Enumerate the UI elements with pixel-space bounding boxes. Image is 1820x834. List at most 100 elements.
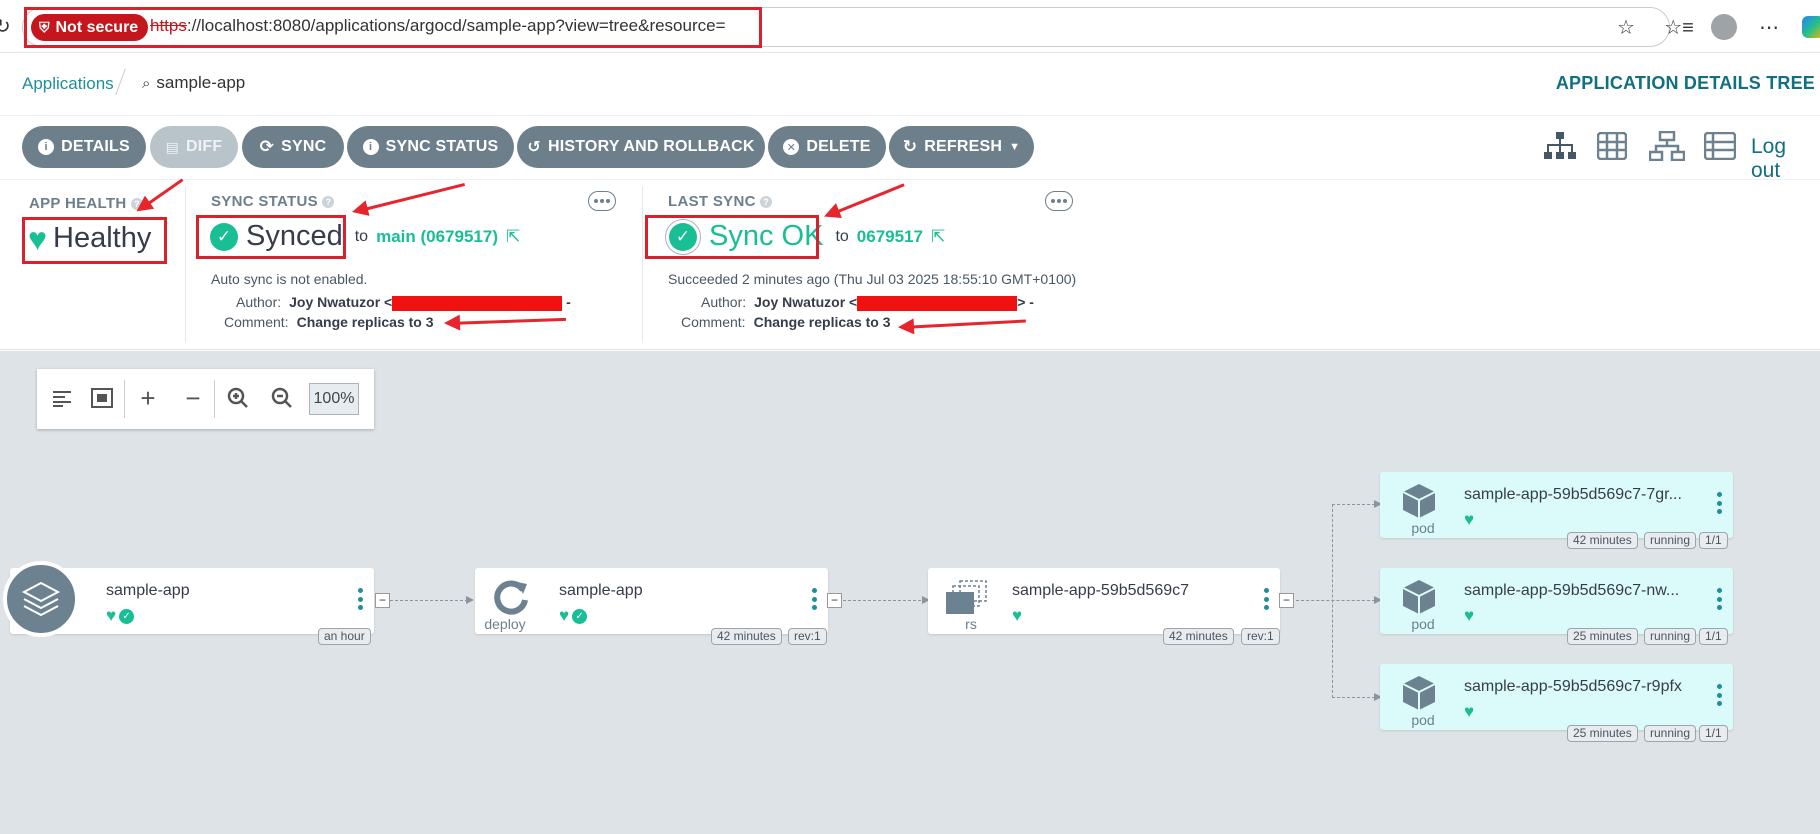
history-rollback-button[interactable]: ↺ HISTORY AND ROLLBACK (517, 126, 765, 168)
tree-edge (1332, 504, 1380, 505)
zoom-in-icon[interactable] (220, 380, 256, 416)
file-diff-icon: ▤ (165, 138, 180, 155)
tree-edge (843, 600, 926, 601)
last-sync-label: LAST SYNC ? (668, 193, 773, 210)
sync-status-label: SYNC STATUS ? (211, 193, 335, 210)
refresh-button[interactable]: ↻ REFRESH ▼ (889, 126, 1034, 168)
pod-node[interactable]: pod sample-app-59b5d569c7-r9pfx ♥ (1380, 664, 1733, 730)
help-icon[interactable]: ? (322, 196, 335, 209)
pod-state-tag: running (1644, 532, 1697, 549)
last-sync-revision-link[interactable]: 0679517 (857, 227, 923, 247)
pod-state-tag: running (1644, 725, 1697, 742)
pods-view-icon[interactable] (1593, 128, 1631, 164)
divider (185, 186, 186, 343)
zoom-level[interactable]: 100% (309, 383, 359, 415)
replicaset-node[interactable]: rs sample-app-59b5d569c7 ♥ (928, 568, 1280, 634)
node-menu-icon[interactable] (1264, 588, 1269, 610)
age-tag: 42 minutes (711, 628, 782, 645)
sync-icon: ⟳ (259, 137, 275, 156)
tree-edge (1332, 504, 1333, 698)
external-link-icon[interactable]: ⇱ (931, 227, 945, 247)
node-menu-icon[interactable] (358, 588, 363, 610)
breadcrumb-current[interactable]: ⌕ sample-app (142, 73, 245, 93)
revision-tag: rev:1 (788, 628, 827, 645)
node-menu-icon[interactable] (1717, 492, 1722, 514)
pod-ready-tag: 1/1 (1699, 532, 1728, 549)
annotation-highlight-sync-ok (645, 215, 819, 259)
annotation-highlight-health (22, 217, 167, 264)
reload-icon[interactable]: ↻ (0, 14, 11, 39)
expand-icon[interactable]: + (130, 380, 166, 416)
info-icon: i (38, 139, 55, 155)
last-sync-more-button[interactable] (1045, 191, 1073, 211)
pod-ready-tag: 1/1 (1699, 725, 1728, 742)
sync-status-more-button[interactable] (588, 191, 616, 211)
replicaset-icon (944, 580, 990, 616)
pod-state-tag: running (1644, 628, 1697, 645)
node-menu-icon[interactable] (812, 588, 817, 610)
sync-revision-link[interactable]: main (0679517) (376, 227, 498, 247)
collapse-icon[interactable]: − (175, 380, 211, 416)
app-header (0, 54, 1820, 116)
tree-edge (1332, 697, 1380, 698)
app-stack-icon (3, 561, 79, 637)
favorites-icon[interactable]: ☆≡ (1664, 12, 1694, 42)
node-menu-icon[interactable] (1717, 684, 1722, 706)
edge-arrow (466, 596, 474, 604)
info-icon: i (362, 139, 379, 155)
logout-link[interactable]: Log out (1751, 135, 1820, 183)
pod-ready-tag: 1/1 (1699, 628, 1728, 645)
collapse-button[interactable]: − (375, 593, 390, 608)
last-sync-succeeded: Succeeded 2 minutes ago (Thu Jul 03 2025… (668, 271, 1077, 287)
age-tag: 25 minutes (1567, 725, 1638, 742)
diff-button[interactable]: ▤ DIFF (150, 126, 238, 168)
sync-button[interactable]: ⟳ SYNC (242, 126, 344, 168)
copilot-icon[interactable] (1798, 12, 1820, 42)
avatar[interactable] (1709, 12, 1739, 42)
heart-icon: ♥ (1464, 510, 1475, 529)
delete-button[interactable]: ✕ DELETE (768, 126, 886, 168)
tree-edge (1296, 600, 1380, 601)
align-left-icon[interactable] (44, 380, 80, 416)
age-tag: 42 minutes (1567, 532, 1638, 549)
check-circle-icon: ✓ (572, 608, 588, 624)
revision-tag: rev:1 (1241, 628, 1280, 645)
more-icon[interactable]: ⋯ (1754, 12, 1784, 42)
app-health-label: APP HEALTH ? (29, 195, 143, 212)
pod-node[interactable]: pod sample-app-59b5d569c7-7gr... ♥ (1380, 472, 1733, 538)
refresh-icon: ↻ (902, 137, 918, 156)
deploy-icon (491, 578, 531, 616)
pod-icon (1400, 578, 1438, 621)
heart-icon: ♥ (559, 606, 570, 625)
list-view-icon[interactable] (1701, 128, 1739, 164)
collapse-button[interactable]: − (827, 593, 842, 608)
help-icon[interactable]: ? (760, 196, 773, 209)
last-sync-author: Author: Joy Nwatuzor < > - (701, 294, 1034, 311)
divider (214, 380, 215, 418)
pod-node[interactable]: pod sample-app-59b5d569c7-nw... ♥ (1380, 568, 1733, 634)
tree-view-icon[interactable] (1541, 128, 1579, 164)
details-button[interactable]: i DETAILS (22, 126, 146, 168)
sync-author: Author: Joy Nwatuzor < - (236, 294, 571, 311)
sync-comment: Comment: Change replicas to 3 (224, 314, 434, 330)
node-menu-icon[interactable] (1717, 588, 1722, 610)
network-view-icon[interactable] (1648, 128, 1686, 164)
annotation-highlight-url (24, 7, 762, 48)
age-tag: an hour (318, 628, 371, 645)
fit-screen-icon[interactable] (84, 380, 120, 416)
heart-icon: ♥ (1464, 702, 1475, 721)
deployment-node[interactable]: deploy sample-app ♥ ✓ (475, 568, 828, 634)
check-circle-icon: ✓ (119, 608, 135, 624)
auto-sync-text: Auto sync is not enabled. (211, 271, 368, 287)
star-icon[interactable]: ☆ (1611, 12, 1641, 42)
heart-icon: ♥ (1012, 606, 1023, 625)
external-link-icon[interactable]: ⇱ (506, 227, 520, 247)
collapse-button[interactable]: − (1279, 593, 1294, 608)
last-sync-comment: Comment: Change replicas to 3 (681, 314, 891, 330)
breadcrumb-applications[interactable]: Applications (22, 74, 114, 94)
divider (642, 186, 643, 343)
zoom-out-icon[interactable] (264, 380, 300, 416)
search-icon: ⌕ (142, 74, 151, 92)
caret-down-icon: ▼ (1009, 141, 1021, 153)
sync-status-button[interactable]: i SYNC STATUS (347, 126, 514, 168)
